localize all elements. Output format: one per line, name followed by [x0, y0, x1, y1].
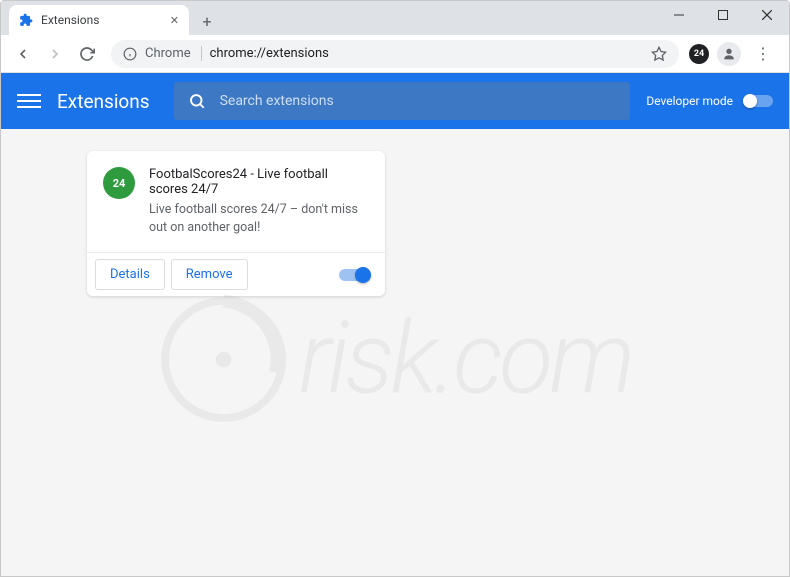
extension-badge-icon[interactable]: 24 [689, 44, 709, 64]
remove-button[interactable]: Remove [171, 259, 248, 290]
info-icon [123, 47, 137, 61]
minimize-button[interactable] [657, 1, 701, 29]
back-button[interactable] [9, 40, 37, 68]
details-button[interactable]: Details [95, 259, 165, 290]
window-titlebar: Extensions ✕ + [1, 1, 789, 35]
hamburger-menu-button[interactable] [17, 94, 41, 108]
url-scheme-label: Chrome [145, 46, 202, 61]
extension-description: Live football scores 24/7 – don't miss o… [149, 201, 369, 236]
profile-button[interactable] [717, 42, 741, 66]
search-container [174, 82, 631, 120]
address-bar[interactable]: Chrome chrome://extensions [111, 40, 679, 68]
url-text: chrome://extensions [210, 46, 329, 61]
extension-name: FootbalScores24 - Live football scores 2… [149, 167, 369, 197]
developer-mode-toggle[interactable] [743, 95, 773, 107]
content-area: 24 FootbalScores24 - Live football score… [1, 129, 789, 576]
extension-icon: 24 [103, 167, 135, 199]
puzzle-icon [19, 13, 33, 27]
forward-button[interactable] [41, 40, 69, 68]
star-icon[interactable] [651, 46, 667, 62]
maximize-button[interactable] [701, 1, 745, 29]
search-input[interactable] [220, 93, 617, 109]
browser-toolbar: Chrome chrome://extensions 24 ⋮ [1, 35, 789, 73]
browser-tab[interactable]: Extensions ✕ [9, 5, 189, 35]
close-tab-icon[interactable]: ✕ [170, 14, 179, 27]
watermark: risk.com [159, 294, 632, 424]
page-title: Extensions [57, 90, 150, 113]
reload-button[interactable] [73, 40, 101, 68]
extensions-header: Extensions Developer mode [1, 73, 789, 129]
close-window-button[interactable] [745, 1, 789, 29]
new-tab-button[interactable]: + [193, 7, 221, 35]
extension-card: 24 FootbalScores24 - Live football score… [87, 151, 385, 296]
extension-enable-toggle[interactable] [339, 269, 369, 281]
search-icon [188, 92, 206, 110]
tab-title: Extensions [41, 13, 99, 27]
developer-mode-label: Developer mode [646, 94, 733, 108]
menu-button[interactable]: ⋮ [749, 44, 777, 63]
watermark-logo-icon [159, 294, 289, 424]
